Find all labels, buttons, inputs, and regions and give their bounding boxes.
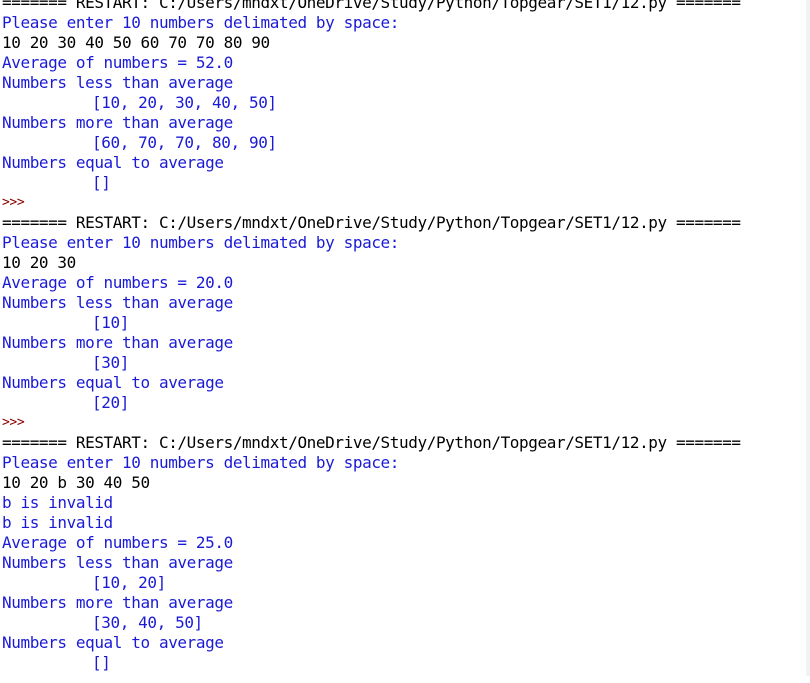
input-prompt: Please enter 10 numbers delimated by spa… (2, 13, 400, 32)
more-label: Numbers more than average (2, 113, 233, 132)
shell-prompt: >>> (2, 195, 25, 210)
less-label: Numbers less than average (2, 553, 233, 572)
vertical-scrollbar[interactable] (806, 0, 810, 676)
more-label: Numbers more than average (2, 333, 233, 352)
equal-label: Numbers equal to average (2, 153, 224, 172)
invalid-line: b is invalid (2, 493, 113, 512)
user-input: 10 20 b 30 40 50 (2, 473, 150, 492)
equal-value: [] (92, 653, 111, 672)
restart-banner: ======= RESTART: C:/Users/mndxt/OneDrive… (2, 0, 741, 12)
less-value: [10, 20] (92, 573, 166, 592)
shell-prompt: >>> (2, 415, 25, 430)
user-input: 10 20 30 40 50 60 70 70 80 90 (2, 33, 270, 52)
input-prompt: Please enter 10 numbers delimated by spa… (2, 233, 400, 252)
invalid-line: b is invalid (2, 513, 113, 532)
less-label: Numbers less than average (2, 73, 233, 92)
equal-value: [] (92, 173, 111, 192)
user-input: 10 20 30 (2, 253, 76, 272)
average-line: Average of numbers = 20.0 (2, 273, 233, 292)
restart-banner: ======= RESTART: C:/Users/mndxt/OneDrive… (2, 433, 741, 452)
input-prompt: Please enter 10 numbers delimated by spa… (2, 453, 400, 472)
less-value: [10, 20, 30, 40, 50] (92, 93, 277, 112)
less-label: Numbers less than average (2, 293, 233, 312)
equal-value: [20] (92, 393, 129, 412)
average-line: Average of numbers = 25.0 (2, 533, 233, 552)
less-value: [10] (92, 313, 129, 332)
python-shell-output[interactable]: ======= RESTART: C:/Users/mndxt/OneDrive… (0, 0, 810, 683)
more-value: [60, 70, 70, 80, 90] (92, 133, 277, 152)
average-line: Average of numbers = 52.0 (2, 53, 233, 72)
more-label: Numbers more than average (2, 593, 233, 612)
restart-banner: ======= RESTART: C:/Users/mndxt/OneDrive… (2, 213, 741, 232)
equal-label: Numbers equal to average (2, 633, 224, 652)
equal-label: Numbers equal to average (2, 373, 224, 392)
more-value: [30] (92, 353, 129, 372)
more-value: [30, 40, 50] (92, 613, 203, 632)
